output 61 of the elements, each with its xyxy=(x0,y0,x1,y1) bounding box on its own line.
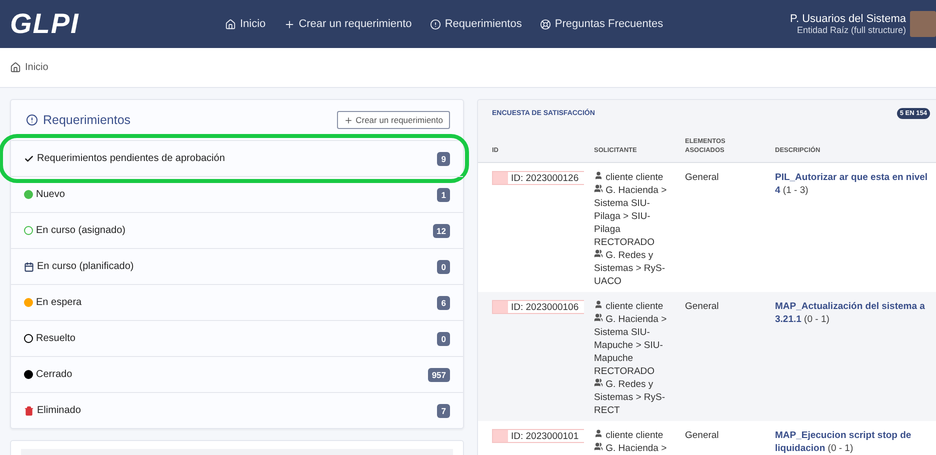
status-link[interactable]: En espera xyxy=(24,297,82,308)
group-icon xyxy=(594,442,603,451)
avatar-placeholder[interactable] xyxy=(910,11,936,37)
status-link[interactable]: En curso (asignado) xyxy=(24,225,126,236)
user-icon xyxy=(594,171,603,180)
status-link[interactable]: Eliminado xyxy=(24,405,81,416)
nav-link[interactable]: Preguntas Frecuentes xyxy=(540,18,664,30)
requester-text: G. Redes y Sistemas > RyS-RECT xyxy=(594,378,666,417)
id-tag: ID: 2023000126 xyxy=(492,171,587,185)
breadcrumb-link[interactable]: Inicio xyxy=(25,62,48,73)
count-badge: 1 xyxy=(437,188,450,202)
plus-icon xyxy=(284,18,295,30)
count-badge: 0 xyxy=(437,332,450,346)
status-link[interactable]: Resuelto xyxy=(24,333,76,344)
requester-text: G. Hacienda > xyxy=(594,442,671,455)
requester-text: cliente cliente xyxy=(594,300,671,313)
requester-text: cliente cliente xyxy=(594,171,671,184)
id-tag: ID: 2023000101 xyxy=(492,429,587,443)
home-icon xyxy=(225,18,236,30)
count-badge: 6 xyxy=(437,296,450,310)
logo[interactable]: GLPI xyxy=(10,8,225,40)
status-link[interactable]: Cerrado xyxy=(24,369,72,380)
calendar-icon xyxy=(24,262,34,272)
lifebuoy-icon xyxy=(540,18,551,30)
trash-icon xyxy=(24,406,34,416)
group-icon xyxy=(594,249,603,258)
user-icon xyxy=(594,429,603,438)
card-title: Requerimientos xyxy=(26,113,131,127)
check-icon xyxy=(24,154,34,164)
requester-text: cliente cliente xyxy=(594,429,671,442)
plus-icon xyxy=(344,116,353,124)
create-ticket-button[interactable]: Crear un requerimiento xyxy=(336,111,450,129)
status-link[interactable]: Nuevo xyxy=(24,189,65,200)
requester-text: G. Hacienda > Sistema SIU-Pilaga > SIU-Pilaga RECTORADO xyxy=(594,184,668,249)
requester-text: G. Redes y Sistemas > RyS-UACO xyxy=(594,249,666,288)
home-icon xyxy=(10,62,21,73)
table-cell: General xyxy=(685,430,719,441)
user-icon xyxy=(594,300,603,309)
ticket-link[interactable]: PIL_Autorizar ar que esta en nivel 4 (1 - 3) xyxy=(775,171,933,197)
requester-text: G. Hacienda > Sistema SIU-Mapuche > SIU-Mapuche RECTORADO xyxy=(594,313,668,378)
group-icon xyxy=(594,184,603,193)
count-badge: 957 xyxy=(428,368,450,382)
nav-link[interactable]: Requerimientos xyxy=(430,18,522,30)
status-link[interactable]: Requerimientos pendientes de aprobación xyxy=(24,153,225,164)
ticket-link[interactable]: MAP_Actualización del sistema a 3.21.1 (0 - 1) xyxy=(775,300,933,326)
nav-link[interactable]: Inicio xyxy=(225,18,266,30)
group-icon xyxy=(594,313,603,322)
entity-name[interactable]: Entidad Raíz (full structure) xyxy=(796,25,906,35)
id-tag: ID: 2023000106 xyxy=(492,300,587,314)
count-badge: 12 xyxy=(432,224,450,238)
alert-icon xyxy=(430,18,441,30)
count-badge: 0 xyxy=(437,260,450,274)
user-name[interactable]: P. Usuarios del Sistema xyxy=(790,13,906,25)
count-badge: 7 xyxy=(437,404,450,418)
alert-icon xyxy=(26,114,38,126)
count-badge: 9 xyxy=(437,152,450,166)
table-cell: General xyxy=(685,172,719,183)
nav-link[interactable]: Crear un requerimiento xyxy=(284,18,412,30)
table-cell: General xyxy=(685,301,719,312)
group-icon xyxy=(594,378,603,387)
status-link[interactable]: En curso (planificado) xyxy=(24,261,134,272)
